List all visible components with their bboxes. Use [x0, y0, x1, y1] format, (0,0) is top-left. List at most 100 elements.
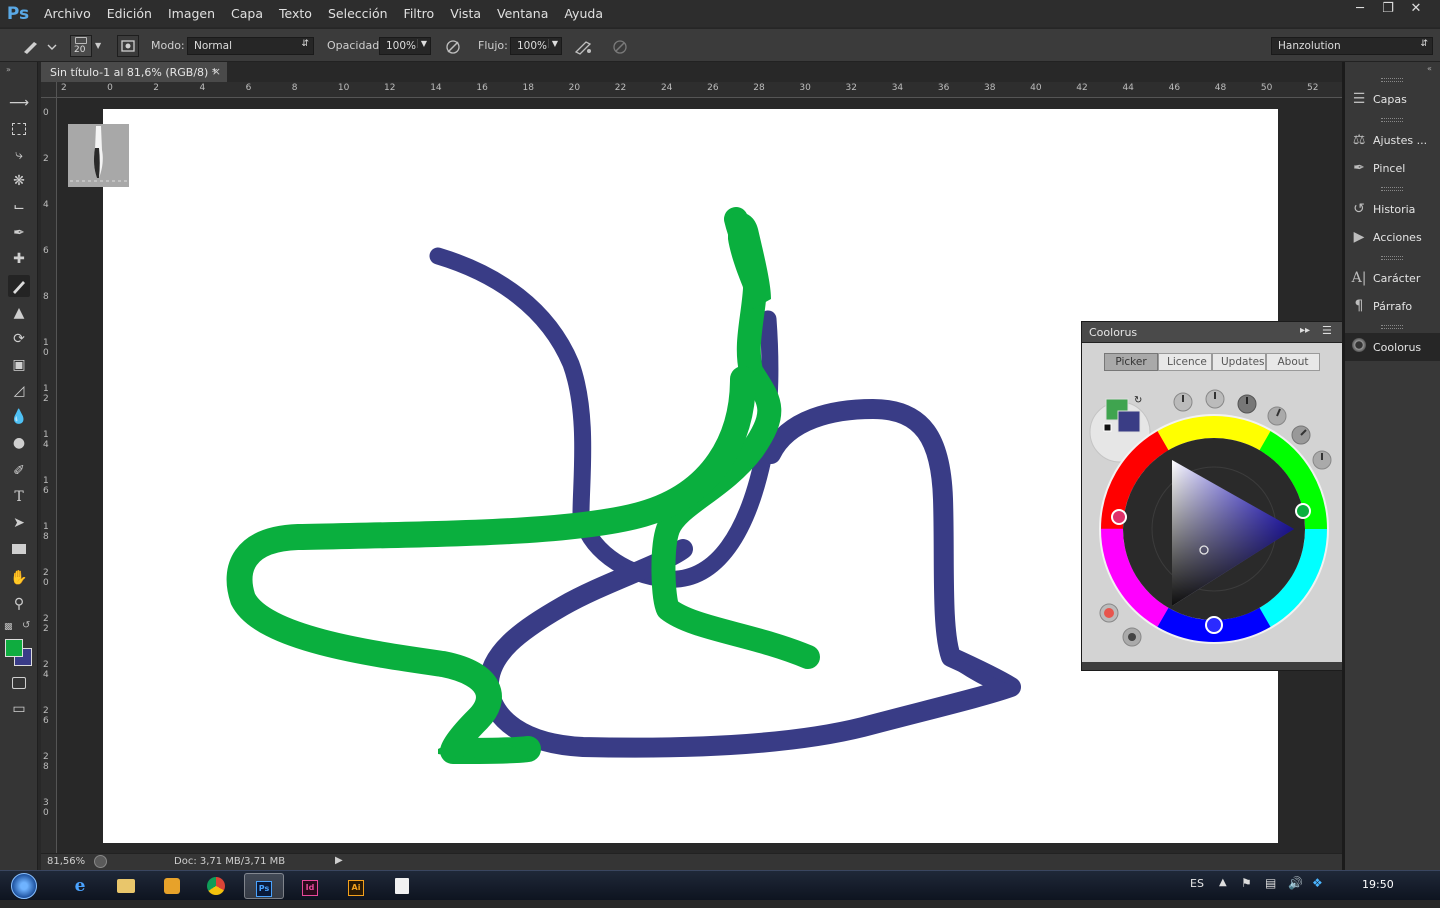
workspace-select[interactable]: Hanzolution ⇵ [1271, 37, 1433, 55]
healing-brush-tool-icon[interactable]: ✚ [8, 248, 30, 270]
color-wheel-picker[interactable]: ↻ [1082, 382, 1342, 662]
flow-input[interactable]: 100% ▼ [510, 37, 562, 55]
photoshop-icon[interactable]: Ps [244, 873, 284, 899]
quick-mask-icon[interactable] [8, 672, 30, 694]
close-icon[interactable]: ✕ [1402, 0, 1430, 18]
restore-icon[interactable]: ❐ [1374, 0, 1402, 18]
clock[interactable]: 19:50 [1362, 878, 1394, 891]
eraser-tool-icon[interactable]: ▣ [8, 354, 30, 376]
explorer-folder-icon[interactable] [106, 873, 146, 899]
tab-updates[interactable]: Updates [1212, 353, 1266, 371]
dock-item-coolorus[interactable]: Coolorus [1345, 333, 1440, 361]
type-tool-icon[interactable]: T [8, 486, 30, 508]
hand-tool-icon[interactable]: ✋ [8, 567, 30, 589]
dock-item-parrafo[interactable]: ¶ Párrafo [1345, 293, 1440, 319]
tab-licence[interactable]: Licence [1158, 353, 1212, 371]
menu-ayuda[interactable]: Ayuda [556, 0, 611, 27]
brush-tool-icon[interactable] [8, 275, 30, 297]
lasso-tool-icon[interactable]: ⤷ [8, 144, 30, 166]
dock-grip[interactable] [1381, 78, 1403, 82]
move-tool-icon[interactable]: ⟶ [8, 92, 30, 114]
dock-item-capas[interactable]: ☰ Capas [1345, 86, 1440, 112]
brush-panel-toggle[interactable] [117, 35, 139, 57]
menu-texto[interactable]: Texto [271, 0, 320, 27]
dodge-tool-icon[interactable]: ● [8, 432, 30, 454]
dock-grip[interactable] [1381, 325, 1403, 329]
menu-vista[interactable]: Vista [442, 0, 489, 27]
pressure-size-toggle[interactable] [609, 36, 631, 58]
menu-seleccion[interactable]: Selección [320, 0, 396, 27]
brush-size-dropdown-icon[interactable]: ▼ [95, 41, 101, 50]
document-tab[interactable]: Sin título-1 al 81,6% (RGB/8) * × [41, 62, 227, 82]
default-colors-icon[interactable] [1103, 423, 1112, 432]
collapse-dock-icon[interactable]: « [1427, 64, 1432, 73]
vertical-ruler[interactable]: 0 2 4 6 8 1 0 1 2 1 4 1 6 1 8 2 0 2 2 2 4 2 6 2 8 3 0 [41, 98, 57, 853]
brush-tool-preset-picker[interactable] [18, 36, 58, 56]
path-selection-tool-icon[interactable]: ➤ [8, 512, 30, 534]
eyedropper-tool-icon[interactable]: ✒ [8, 222, 30, 244]
minimize-icon[interactable]: ─ [1346, 0, 1374, 18]
pressure-opacity-toggle[interactable] [442, 36, 464, 58]
opacity-dropdown-icon[interactable]: ▼ [416, 39, 427, 48]
airbrush-toggle[interactable] [572, 36, 594, 58]
close-icon[interactable]: × [212, 65, 221, 78]
start-orb-icon[interactable] [6, 873, 42, 899]
flow-dropdown-icon[interactable]: ▼ [547, 39, 558, 48]
network-icon[interactable]: ▤ [1265, 876, 1276, 890]
notepad-icon[interactable] [382, 873, 422, 899]
action-center-flag-icon[interactable]: ⚑ [1241, 876, 1252, 890]
swap-colors-icon[interactable]: ↻ [1134, 395, 1142, 406]
show-hidden-icons-icon[interactable]: ▲ [1219, 877, 1227, 888]
pen-tool-icon[interactable]: ✐ [8, 460, 30, 482]
collapse-arrows-icon[interactable]: » [6, 65, 11, 74]
panel-menu-icon[interactable]: ☰ [1322, 324, 1332, 337]
menu-capa[interactable]: Capa [223, 0, 271, 27]
paint-bucket-tool-icon[interactable]: ◿ [8, 380, 30, 402]
dock-grip[interactable] [1381, 118, 1403, 122]
opacity-input[interactable]: 100% ▼ [379, 37, 431, 55]
hue-handle-green[interactable] [1295, 503, 1311, 519]
zoom-level[interactable]: 81,56% [47, 856, 85, 867]
ruler-origin[interactable] [41, 82, 57, 98]
tab-about[interactable]: About [1266, 353, 1320, 371]
zoom-tool-icon[interactable]: ⚲ [8, 593, 30, 615]
dock-item-caracter[interactable]: A| Carácter [1345, 265, 1440, 291]
dropbox-icon[interactable]: ❖ [1312, 876, 1323, 890]
menu-filtro[interactable]: Filtro [396, 0, 443, 27]
media-player-icon[interactable] [152, 873, 192, 899]
marquee-tool-icon[interactable] [8, 118, 30, 140]
coolorus-header[interactable]: Coolorus ▸▸ ☰ [1082, 322, 1342, 343]
menu-archivo[interactable]: Archivo [36, 0, 99, 27]
panel-resize-bar[interactable] [1082, 662, 1342, 670]
internet-explorer-icon[interactable]: e [60, 873, 100, 899]
default-colors-icon[interactable]: ▩ [4, 622, 13, 632]
menu-imagen[interactable]: Imagen [160, 0, 223, 27]
chrome-icon[interactable] [196, 873, 236, 899]
indesign-icon[interactable]: Id [290, 873, 330, 899]
tab-picker[interactable]: Picker [1104, 353, 1158, 371]
rectangle-tool-icon[interactable] [8, 538, 30, 560]
language-indicator[interactable]: ES [1190, 877, 1204, 890]
brush-size-picker[interactable]: 20 [70, 35, 92, 57]
volume-icon[interactable]: 🔊 [1288, 876, 1303, 890]
horizontal-ruler[interactable]: 2 0 2 4 6 8 10 12 14 16 18 20 22 24 26 28 30 32 34 36 38 40 42… [41, 82, 1342, 98]
magic-wand-tool-icon[interactable]: ❋ [8, 170, 30, 192]
stamp-tool-icon[interactable]: ▲ [8, 302, 30, 324]
dock-item-acciones[interactable]: ▶ Acciones [1345, 224, 1440, 250]
swap-colors-icon[interactable]: ↺ [22, 620, 30, 631]
crop-tool-icon[interactable]: ⌙ [8, 196, 30, 218]
foreground-color-swatch[interactable] [5, 639, 23, 657]
status-menu-arrow-icon[interactable]: ▶ [335, 855, 343, 866]
dock-item-historia[interactable]: ↺ Historia [1345, 196, 1440, 222]
history-brush-tool-icon[interactable]: ⟳ [8, 328, 30, 350]
blur-tool-icon[interactable]: 💧 [8, 406, 30, 428]
coolorus-background-swatch[interactable] [1117, 410, 1141, 433]
menu-edicion[interactable]: Edición [99, 0, 160, 27]
hue-handle-magenta[interactable] [1111, 509, 1127, 525]
illustrator-icon[interactable]: Ai [336, 873, 376, 899]
dock-item-pincel[interactable]: ✒ Pincel [1345, 155, 1440, 181]
collapse-panel-icon[interactable]: ▸▸ [1300, 325, 1310, 336]
mode-select[interactable]: Normal ⇵ [187, 37, 314, 55]
dock-grip[interactable] [1381, 256, 1403, 260]
screen-mode-icon[interactable]: ▭ [8, 698, 30, 720]
